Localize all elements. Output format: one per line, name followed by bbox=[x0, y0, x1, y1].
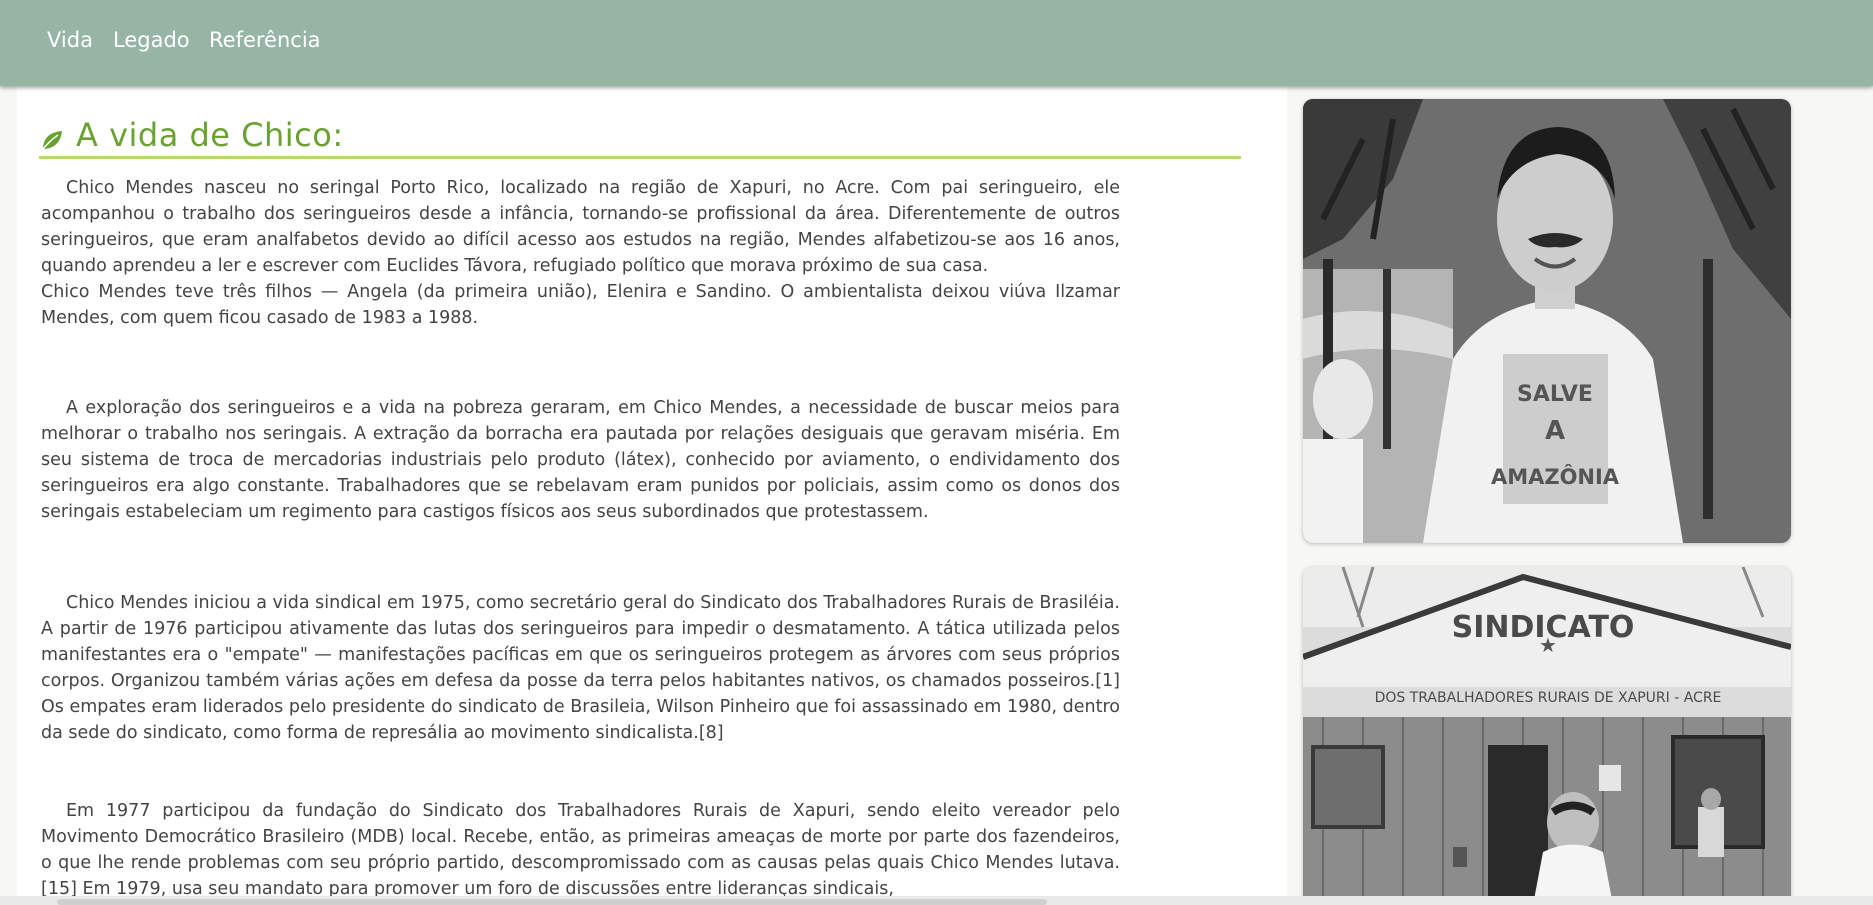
shirt-text-3: AMAZÔNIA bbox=[1491, 464, 1620, 489]
page-title: A vida de Chico: bbox=[76, 116, 344, 154]
nav-link-vida[interactable]: Vida bbox=[47, 28, 93, 52]
shirt-text-1: SALVE bbox=[1517, 382, 1593, 407]
leaf-icon bbox=[42, 131, 62, 150]
photo-sindicato-building: SINDICATO ★ DOS TRABALHADORES RURAIS DE … bbox=[1303, 567, 1791, 905]
paragraph-exploitation: A exploração dos seringueiros e a vida n… bbox=[41, 395, 1120, 525]
sign-subtitle: DOS TRABALHADORES RURAIS DE XAPURI - ACR… bbox=[1375, 690, 1722, 706]
nav-link-referencia[interactable]: Referência bbox=[209, 28, 321, 52]
paragraph-text: Em 1977 participou da fundação do Sindic… bbox=[41, 801, 1120, 899]
paragraph-text: A exploração dos seringueiros e a vida n… bbox=[41, 398, 1120, 522]
shirt-text-2: A bbox=[1545, 416, 1565, 446]
paragraph-text: Chico Mendes teve três filhos — Angela (… bbox=[41, 282, 1120, 328]
scrollbar-thumb[interactable] bbox=[57, 899, 1047, 905]
portrait-image: SALVE A AMAZÔNIA bbox=[1303, 99, 1791, 543]
top-navbar: Vida Legado Referência bbox=[0, 0, 1873, 86]
paragraph-early-life: Chico Mendes nasceu no seringal Porto Ri… bbox=[41, 175, 1120, 331]
nav-link-legado[interactable]: Legado bbox=[113, 28, 190, 52]
paragraph-text: Chico Mendes iniciou a vida sindical em … bbox=[41, 593, 1120, 743]
photo-chico-mendes-portrait: SALVE A AMAZÔNIA bbox=[1303, 99, 1791, 543]
paragraph-union-life: Chico Mendes iniciou a vida sindical em … bbox=[41, 590, 1120, 746]
paragraph-text: Chico Mendes nasceu no seringal Porto Ri… bbox=[41, 178, 1120, 276]
section-heading: A vida de Chico: bbox=[39, 116, 1241, 159]
star-icon: ★ bbox=[1539, 633, 1557, 657]
sindicato-image: SINDICATO ★ DOS TRABALHADORES RURAIS DE … bbox=[1303, 567, 1791, 905]
paragraph-xapuri-union: Em 1977 participou da fundação do Sindic… bbox=[41, 798, 1120, 902]
